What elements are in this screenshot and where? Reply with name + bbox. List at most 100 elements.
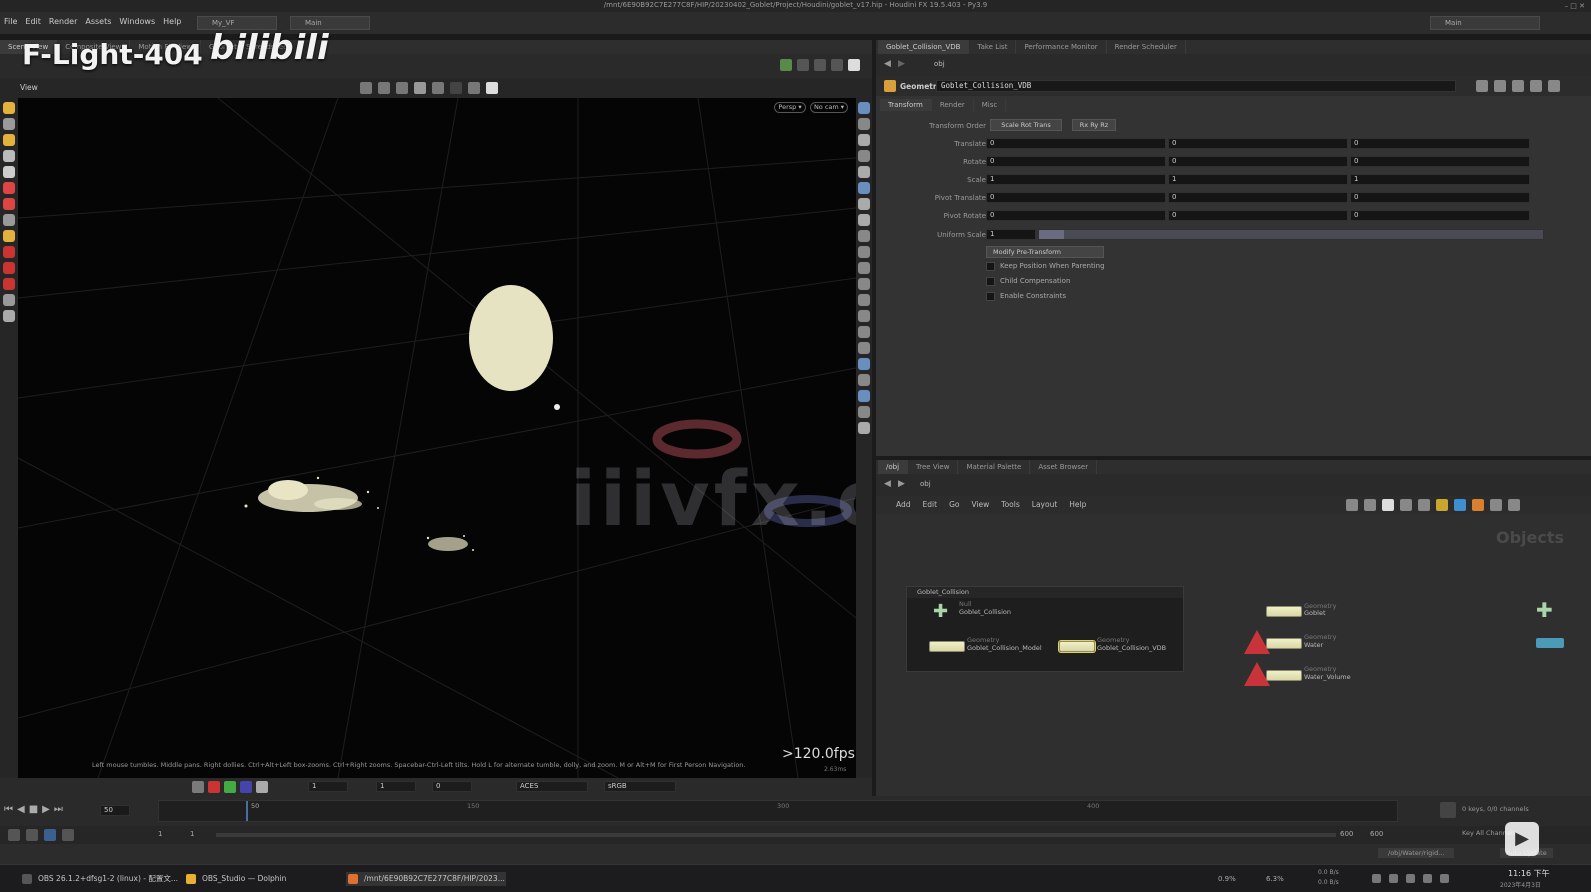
rotate-x[interactable]: 0 <box>986 156 1166 167</box>
node-info-icon[interactable] <box>1494 80 1506 92</box>
menu-windows[interactable]: Windows <box>119 17 155 26</box>
thumbnail-icon[interactable] <box>1418 499 1430 511</box>
sculpt-icon[interactable] <box>3 230 15 242</box>
enable-constraints-checkbox[interactable] <box>986 292 995 301</box>
light-link-icon[interactable] <box>858 422 870 434</box>
home-view-icon[interactable] <box>858 102 870 114</box>
stop-icon[interactable]: ■ <box>29 804 38 815</box>
render-tool-icon[interactable] <box>3 310 15 322</box>
smooth-icon[interactable] <box>858 342 870 354</box>
wrench-icon[interactable] <box>1346 499 1358 511</box>
water-node[interactable] <box>1266 638 1302 649</box>
step-back-icon[interactable]: ◀ <box>17 804 25 815</box>
display-tray-icon[interactable] <box>1423 874 1432 883</box>
translate-y[interactable]: 0 <box>1168 138 1348 149</box>
range-slider[interactable] <box>216 833 1336 837</box>
capture-icon[interactable] <box>3 262 15 274</box>
range-end[interactable]: 600 <box>1340 830 1353 838</box>
subtab-render[interactable]: Render <box>932 99 974 111</box>
volume-icon[interactable] <box>1389 874 1398 883</box>
gear-icon[interactable] <box>1476 80 1488 92</box>
net-menu-view[interactable]: View <box>971 500 989 509</box>
menu-assets[interactable]: Assets <box>85 17 111 26</box>
tree-icon[interactable] <box>1364 499 1376 511</box>
zoom-icon[interactable] <box>1490 499 1502 511</box>
ghost-icon[interactable] <box>432 82 444 94</box>
window-controls[interactable]: – □ ✕ <box>1565 2 1585 10</box>
move-tool-icon[interactable] <box>3 118 15 130</box>
background-icon[interactable] <box>848 59 860 71</box>
tab-material-palette[interactable]: Material Palette <box>958 460 1031 474</box>
menu-edit[interactable]: Edit <box>25 17 41 26</box>
lock-icon[interactable] <box>3 166 15 178</box>
display-icon[interactable] <box>797 59 809 71</box>
lock-camera-icon[interactable] <box>858 134 870 146</box>
null-node-icon[interactable]: ✚ <box>933 601 948 622</box>
colorspace-field[interactable]: ACES <box>516 781 588 792</box>
range-end-2[interactable]: 600 <box>1370 830 1383 838</box>
green-channel-icon[interactable] <box>224 781 236 793</box>
goblet-node[interactable] <box>1266 606 1302 617</box>
rotate-z[interactable]: 0 <box>1350 156 1530 167</box>
bluetooth-icon[interactable] <box>1440 874 1449 883</box>
taskbar-obs[interactable]: OBS 26.1.2+dfsg1-2 (linux) - 配置文... <box>20 872 178 886</box>
net-back-icon[interactable]: ◀ <box>884 479 891 489</box>
uniform-scale-field[interactable]: 1 <box>986 229 1036 240</box>
pivot-rotate-y[interactable]: 0 <box>1168 210 1348 221</box>
range-start-2[interactable]: 1 <box>190 830 194 838</box>
help-icon[interactable] <box>1530 80 1542 92</box>
network-editor[interactable]: Objects Goblet_Collision ✚ Null Goblet_C… <box>876 514 1591 796</box>
taskbar-houdini[interactable]: /mnt/6E90B92C7E277C8F/HIP/2023... <box>346 872 506 886</box>
persp-button[interactable]: Persp ▾ <box>774 102 806 113</box>
realtime-icon[interactable] <box>44 829 56 841</box>
key-icon[interactable] <box>1440 802 1456 818</box>
network-help-icon[interactable] <box>1508 499 1520 511</box>
search-icon[interactable] <box>1512 80 1524 92</box>
model-node[interactable] <box>929 641 965 652</box>
list-view-icon[interactable] <box>1382 499 1394 511</box>
pin-icon[interactable] <box>858 214 870 226</box>
ghost-objects-icon[interactable] <box>858 310 870 322</box>
ortho-icon[interactable] <box>858 390 870 402</box>
shape-icon[interactable] <box>1472 499 1484 511</box>
rotate-y[interactable]: 0 <box>1168 156 1348 167</box>
display-options-icon[interactable] <box>858 150 870 162</box>
scale-z[interactable]: 1 <box>1350 174 1530 185</box>
tab-obj[interactable]: /obj <box>878 460 909 474</box>
handles-icon[interactable] <box>858 246 870 258</box>
loop-icon[interactable] <box>26 829 38 841</box>
blue-channel-icon[interactable] <box>240 781 252 793</box>
menu-file[interactable]: File <box>4 17 17 26</box>
network-path[interactable]: obj <box>920 480 931 488</box>
rotate-tool-icon[interactable] <box>3 134 15 146</box>
taskbar-dolphin[interactable]: OBS_Studio — Dolphin <box>184 872 286 886</box>
pivot-translate-y[interactable]: 0 <box>1168 192 1348 203</box>
scale-y[interactable]: 1 <box>1168 174 1348 185</box>
tab-asset-browser[interactable]: Asset Browser <box>1030 460 1098 474</box>
camera-icon[interactable] <box>780 59 792 71</box>
template-icon[interactable] <box>858 278 870 290</box>
snap-icon[interactable] <box>360 82 372 94</box>
uv-icon[interactable] <box>858 230 870 242</box>
flipbook-icon[interactable] <box>468 82 480 94</box>
range-start[interactable]: 1 <box>158 830 162 838</box>
net-menu-go[interactable]: Go <box>949 500 959 509</box>
net-menu-tools[interactable]: Tools <box>1001 500 1019 509</box>
scene-viewport[interactable]: Persp ▾ No cam ▾ iiivfx.com Left mouse t… <box>18 98 856 778</box>
pointer-tool-icon[interactable] <box>3 150 15 162</box>
red-channel-icon[interactable] <box>208 781 220 793</box>
view-transform-field[interactable]: sRGB <box>604 781 676 792</box>
range-lock-icon[interactable] <box>62 829 74 841</box>
bounding-box-icon[interactable] <box>858 262 870 274</box>
net-menu-edit[interactable]: Edit <box>923 500 938 509</box>
tab-tree-view[interactable]: Tree View <box>908 460 959 474</box>
shading-mode-icon[interactable] <box>858 166 870 178</box>
rotate-order-menu[interactable]: Rx Ry Rz <box>1072 119 1116 131</box>
snap-view-icon[interactable] <box>858 406 870 418</box>
video-play-icon[interactable]: ▶ <box>1505 822 1539 856</box>
shade-icon[interactable] <box>192 781 204 793</box>
select-mode-icon[interactable] <box>378 82 390 94</box>
pose-icon[interactable] <box>3 198 15 210</box>
scale-x[interactable]: 1 <box>986 174 1166 185</box>
light-icon[interactable] <box>814 59 826 71</box>
